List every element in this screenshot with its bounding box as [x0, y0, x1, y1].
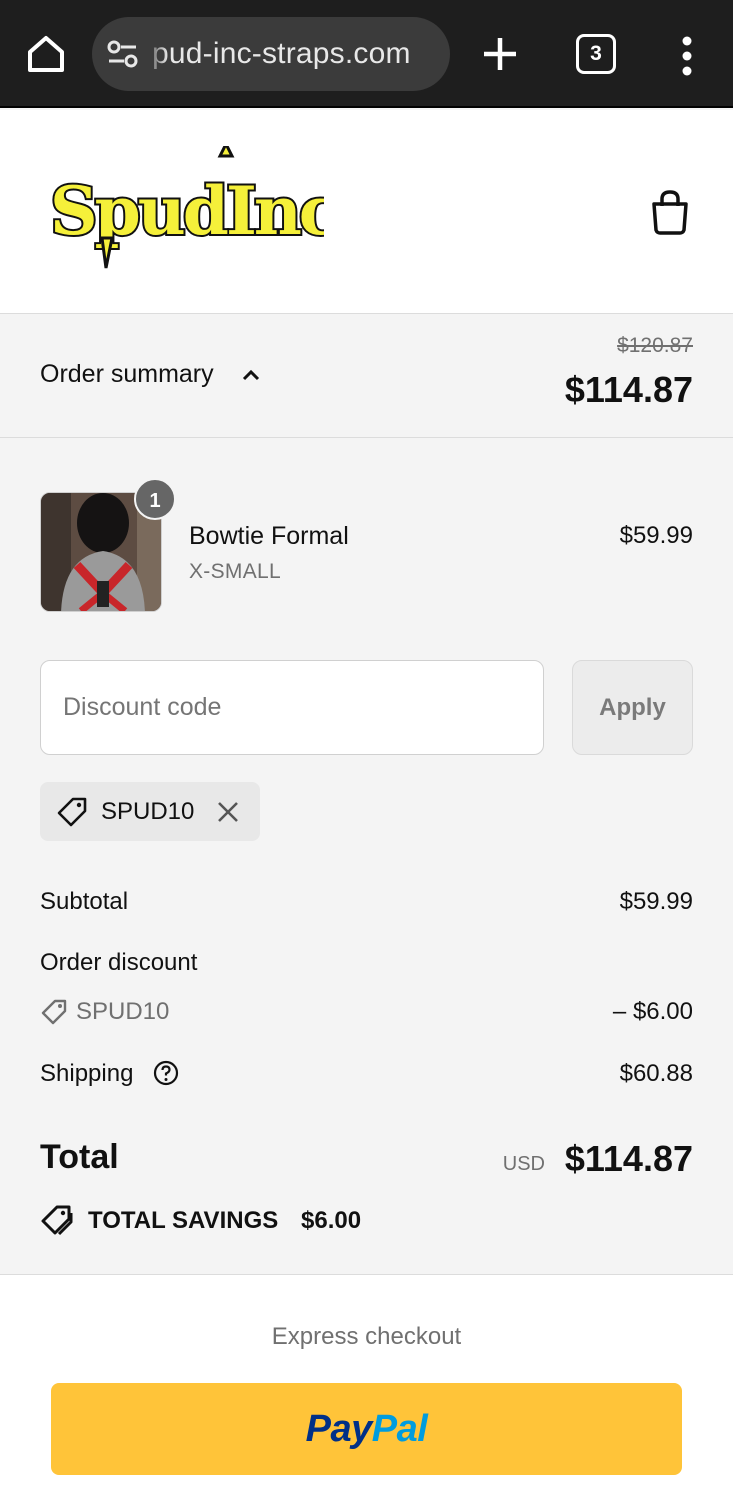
- new-tab-icon[interactable]: [478, 30, 522, 78]
- chevron-up-icon: [242, 369, 260, 381]
- express-checkout-section: Express checkout PayPal: [0, 1274, 733, 1500]
- more-menu-icon[interactable]: [672, 34, 702, 78]
- express-checkout-label: Express checkout: [271, 1323, 462, 1350]
- order-discount-label: Order discount: [40, 949, 198, 976]
- total-label: Total: [40, 1138, 119, 1176]
- help-icon[interactable]: [153, 1060, 179, 1086]
- spud-inc-logo[interactable]: SpudInc: [44, 146, 324, 276]
- home-icon[interactable]: [22, 30, 70, 78]
- product-variant: X-SMALL: [189, 560, 281, 583]
- paypal-logo: PayPal: [51, 1383, 682, 1475]
- product-price: $59.99: [619, 522, 693, 549]
- total-savings-value: $6.00: [301, 1207, 362, 1234]
- apply-button[interactable]: Apply: [572, 660, 693, 755]
- subtotal-label: Subtotal: [40, 888, 129, 915]
- summary-total: $114.87: [564, 369, 693, 410]
- total-value: $114.87: [564, 1138, 693, 1179]
- line-item: 1 Bowtie Formal X-SMALL $59.99: [40, 478, 693, 614]
- total-currency: USD: [502, 1153, 545, 1175]
- quantity-badge: 1: [134, 478, 176, 520]
- discount-value: – $6.00: [612, 998, 693, 1025]
- shopping-bag-icon[interactable]: [648, 188, 692, 236]
- logo-text: SpudInc: [50, 172, 324, 250]
- savings-tag-icon: [41, 1205, 73, 1236]
- close-icon[interactable]: [216, 800, 240, 824]
- tag-icon: [41, 999, 67, 1025]
- applied-code-chip: SPUD10: [40, 782, 260, 841]
- browser-toolbar: pud-inc-straps.com 3: [0, 0, 733, 108]
- url-text: pud-inc-straps.com: [152, 37, 411, 70]
- paypal-button[interactable]: PayPal: [51, 1383, 682, 1475]
- subtotal-value: $59.99: [619, 888, 693, 915]
- tab-switcher-icon[interactable]: 3: [576, 34, 616, 74]
- paypal-logo-pal: Pal: [371, 1408, 428, 1450]
- shipping-value: $60.88: [619, 1060, 693, 1087]
- order-summary-toggle[interactable]: Order summary $120.87 $114.87: [0, 314, 733, 438]
- paypal-logo-pay: Pay: [305, 1408, 373, 1450]
- total-savings-label: TOTAL SAVINGS: [88, 1207, 279, 1234]
- applied-code-label: SPUD10: [101, 798, 195, 825]
- product-name: Bowtie Formal: [189, 522, 349, 550]
- address-bar[interactable]: pud-inc-straps.com: [92, 17, 450, 91]
- shipping-label: Shipping: [40, 1060, 134, 1087]
- discount-code-input[interactable]: [40, 660, 544, 755]
- url-fade: [144, 17, 168, 91]
- site-settings-icon[interactable]: [106, 39, 140, 69]
- site-header: SpudInc: [0, 110, 733, 314]
- tag-icon: [57, 797, 87, 827]
- discount-code-label: SPUD10: [76, 998, 170, 1025]
- original-total: $120.87: [617, 334, 693, 357]
- order-summary-label: Order summary: [40, 360, 214, 388]
